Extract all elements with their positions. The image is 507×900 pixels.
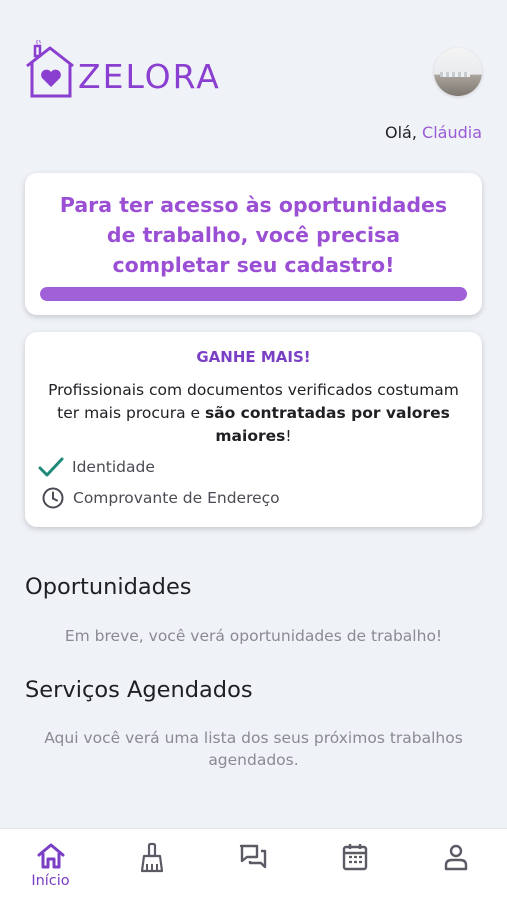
zelora-logo: ZELORA [24,40,221,98]
home-icon [37,843,64,869]
chat-icon [239,844,266,869]
complete-profile-message: Para ter acesso às oportunidades de trab… [59,193,448,277]
oportunidades-empty-text: Em breve, você verá oportunidades de tra… [64,627,443,645]
nav-item-label: Início [31,873,70,889]
user-name[interactable]: Cláudia [422,123,482,142]
profile-progress-fill [40,287,467,301]
house-heart-icon [26,40,74,98]
avatar[interactable] [434,48,482,96]
check-icon [38,457,64,477]
verification-item-label: Identidade [72,458,155,476]
oportunidades-title: Oportunidades [25,574,192,600]
complete-profile-card[interactable]: Para ter acesso às oportunidades de trab… [25,173,482,315]
greeting: Olá, Cláudia [385,123,482,142]
earn-more-text-part2: ! [285,427,292,445]
nav-item-mensagens[interactable] [202,829,303,900]
app-header: ZELORA Olá, Cláudia [0,0,507,150]
earn-more-text: Profissionais com documentos verificados… [45,379,462,448]
user-icon [444,844,467,871]
nav-item-inicio[interactable]: Início [0,829,101,900]
bottom-navigation: Início [0,828,507,900]
verification-item-label: Comprovante de Endereço [73,489,280,507]
verification-item-identidade[interactable]: Identidade [38,456,155,478]
greeting-prefix: Olá, [385,123,423,142]
nav-item-agenda[interactable] [304,829,405,900]
servicos-agendados-title: Serviços Agendados [25,677,253,703]
nav-item-servicos[interactable] [101,829,202,900]
logo-wordmark: ZELORA [78,57,221,96]
profile-progress-bar [40,287,467,301]
verification-item-comprovante[interactable]: Comprovante de Endereço [41,486,280,510]
clock-icon [42,487,64,509]
nav-item-perfil[interactable] [405,829,506,900]
servicos-empty-text: Aqui você verá uma lista dos seus próxim… [44,729,463,769]
calendar-icon [342,844,367,871]
broom-icon [140,842,163,873]
earn-more-title: GANHE MAIS! [196,348,311,366]
earn-more-text-bold: são contratadas por valores maiores [204,404,450,445]
